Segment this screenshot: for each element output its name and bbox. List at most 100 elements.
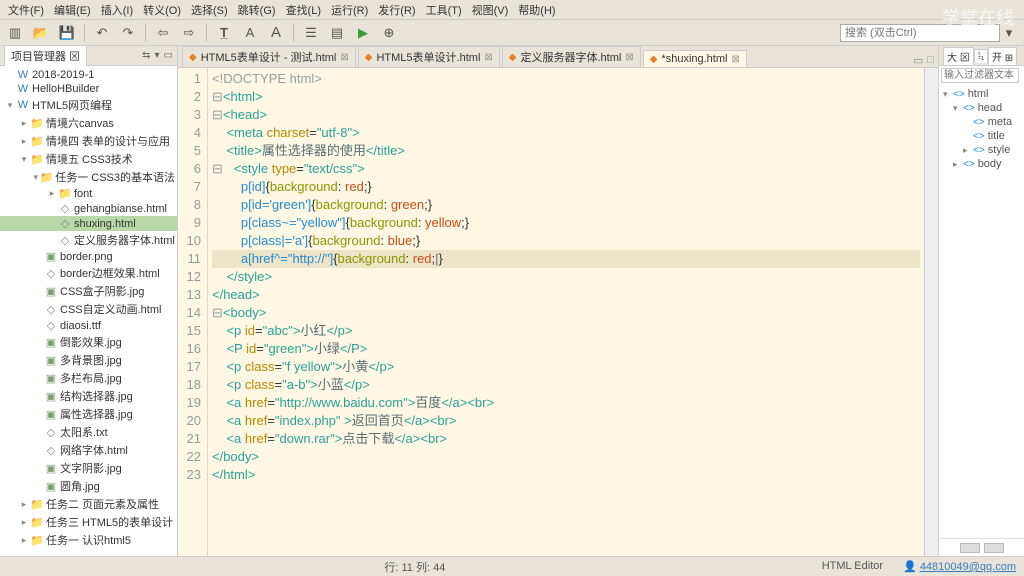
code-line[interactable]: p[id]{background: red;} [212,178,920,196]
browser-icon[interactable]: ⊕ [380,24,398,42]
menu-item[interactable]: 编辑(E) [50,0,95,20]
code-line[interactable]: <a href="index.php" >返回首页</a><br> [212,412,920,430]
tree-item[interactable]: ▾📁任务一 CSS3的基本语法 [0,168,177,186]
menu-item[interactable]: 运行(R) [327,0,372,20]
tree-item[interactable]: ▾📁情境五 CSS3技术 [0,150,177,168]
editor-tab[interactable]: ◆定义服务器字体.html⊠ [502,46,641,67]
close-icon[interactable]: ⊠ [625,52,633,63]
open-icon[interactable]: 📂 [32,24,50,42]
editor-tab[interactable]: ◆HTML5表单设计 - 测试.html⊠ [182,46,356,67]
code-line[interactable]: ⊟<head> [212,106,920,124]
outline-tab[interactable]: 大 ⊠ [943,47,974,65]
tree-item[interactable]: ◇border边框效果.html [0,264,177,282]
save-icon[interactable]: 💾 [58,24,76,42]
tree-item[interactable]: ▸📁任务一 认识html5 [0,531,177,549]
code-lines[interactable]: <!DOCTYPE html>⊟<html>⊟<head> <meta char… [208,68,924,556]
font-icon[interactable]: T̲ [215,24,233,42]
back-icon[interactable]: ⇦ [154,24,172,42]
menu-icon[interactable]: ▾ [155,50,160,61]
menu-item[interactable]: 文件(F) [4,0,48,20]
scrollbar-vertical[interactable] [924,68,938,556]
font-small-icon[interactable]: A [241,24,259,42]
link-icon[interactable]: ⇆ [142,50,150,61]
menu-item[interactable]: 选择(S) [187,0,232,20]
outline-item[interactable]: ▾<>html [943,87,1020,101]
outline-item[interactable]: ▸<>body [943,157,1020,171]
outline-item[interactable]: <>title [943,129,1020,143]
search-dropdown-icon[interactable]: ▾ [1000,24,1018,42]
code-line[interactable]: <P id="green">小绿</P> [212,340,920,358]
code-line[interactable]: </head> [212,286,920,304]
editor-tab[interactable]: ◆HTML5表单设计.html⊠ [358,46,500,67]
code-line[interactable]: p[class~="yellow"]{background: yellow;} [212,214,920,232]
code-line[interactable]: a[href^="http://"]{background: red;|} [212,250,920,268]
tree-item[interactable]: ▣多栏布局.jpg [0,369,177,387]
code-line[interactable]: <a href="down.rar">点击下载</a><br> [212,430,920,448]
search-input[interactable] [840,24,1000,42]
outline-tab[interactable]: ⁞₁ [974,49,988,63]
minimize-icon[interactable]: ▭ [164,50,173,61]
new-icon[interactable]: ▥ [6,24,24,42]
close-icon[interactable]: ⊠ [340,52,348,63]
tree-item[interactable]: ▣文字阴影.jpg [0,459,177,477]
tree-item[interactable]: ◇太阳系.txt [0,423,177,441]
close-icon[interactable]: ⊠ [731,54,739,65]
code-line[interactable]: <title>属性选择器的使用</title> [212,142,920,160]
menu-item[interactable]: 转义(O) [139,0,185,20]
tree-item[interactable]: ▣倒影效果.jpg [0,333,177,351]
code-line[interactable]: <!DOCTYPE html> [212,70,920,88]
tree-item[interactable]: ▸📁任务二 页面元素及属性 [0,495,177,513]
tree-item[interactable]: ▸📁情境四 表单的设计与应用 [0,132,177,150]
code-line[interactable]: ⊟ <style type="text/css"> [212,160,920,178]
sidebar-title[interactable]: 项目管理器 ⊠ [4,46,87,66]
menu-item[interactable]: 插入(I) [97,0,137,20]
tree-item[interactable]: ◇网络字体.html [0,441,177,459]
tree-item[interactable]: ◇定义服务器字体.html [0,231,177,249]
file-tree[interactable]: W2018-2019-1WHelloHBuilder▾WHTML5网页编程▸📁情… [0,66,177,556]
tree-item[interactable]: ◇diaosi.ttf [0,318,177,333]
minimize-icon[interactable]: ▭ [913,54,923,67]
tree-item[interactable]: ◇shuxing.html [0,216,177,231]
tree-item[interactable]: ▣结构选择器.jpg [0,387,177,405]
tree-item[interactable]: W2018-2019-1 [0,68,177,82]
tree-item[interactable]: ◇gehangbianse.html [0,201,177,216]
redo-icon[interactable]: ↷ [119,24,137,42]
menu-item[interactable]: 帮助(H) [514,0,559,20]
code-line[interactable]: <p class="a-b">小蓝</p> [212,376,920,394]
tree-item[interactable]: WHelloHBuilder [0,82,177,96]
undo-icon[interactable]: ↶ [93,24,111,42]
user-email[interactable]: 44810049@qq.com [920,561,1016,573]
tree-item[interactable]: ▸📁font [0,186,177,201]
forward-icon[interactable]: ⇨ [180,24,198,42]
outline-item[interactable]: ▸<>style [943,143,1020,157]
config-icon[interactable]: ▤ [328,24,346,42]
code-line[interactable]: </style> [212,268,920,286]
menu-item[interactable]: 视图(V) [468,0,513,20]
tree-item[interactable]: ▣border.png [0,249,177,264]
outline-item[interactable]: <>meta [943,115,1020,129]
code-line[interactable]: p[class|='a']{background: blue;} [212,232,920,250]
outline-filter-input[interactable] [941,68,1019,83]
code-line[interactable]: ⊟<html> [212,88,920,106]
editor-tab[interactable]: ◆*shuxing.html⊠ [643,50,747,67]
code-line[interactable]: <p class="f yellow">小黄</p> [212,358,920,376]
menu-item[interactable]: 发行(R) [374,0,419,20]
outline-tree[interactable]: ▾<>html▾<>head<>meta<>title▸<>style▸<>bo… [939,85,1024,538]
tree-item[interactable]: ▣多背景图.jpg [0,351,177,369]
code-line[interactable]: </html> [212,466,920,484]
code-line[interactable]: <meta charset="utf-8"> [212,124,920,142]
close-icon[interactable]: ⊠ [484,52,492,63]
menu-item[interactable]: 查找(L) [282,0,325,20]
outline-tab[interactable]: 开 ⊞ [988,47,1017,65]
font-large-icon[interactable]: A [267,24,285,42]
align-icon[interactable]: ☰ [302,24,320,42]
tree-item[interactable]: ▸📁任务三 HTML5的表单设计 [0,513,177,531]
menu-item[interactable]: 工具(T) [422,0,466,20]
code-line[interactable]: p[id='green']{background: green;} [212,196,920,214]
tree-item[interactable]: ▾WHTML5网页编程 [0,96,177,114]
outline-item[interactable]: ▾<>head [943,101,1020,115]
tree-item[interactable]: ▸📁情境六canvas [0,114,177,132]
code-line[interactable]: <a href="http://www.baidu.com">百度</a><br… [212,394,920,412]
menu-item[interactable]: 跳转(G) [234,0,280,20]
code-line[interactable]: ⊟<body> [212,304,920,322]
